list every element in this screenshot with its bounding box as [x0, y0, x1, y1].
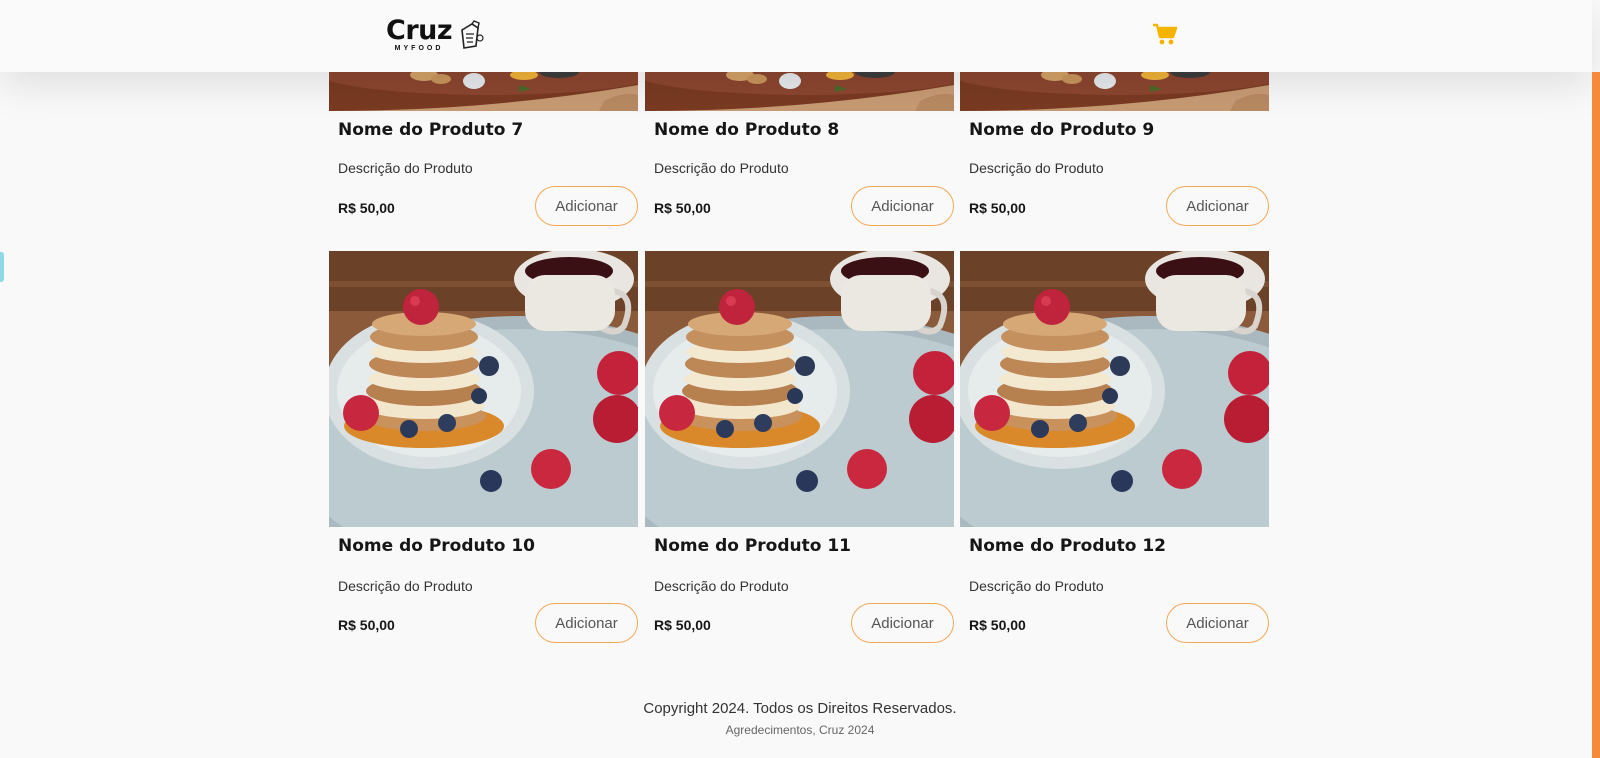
product-description: Descrição do Produto [654, 578, 789, 594]
product-card: Nome do Produto 10 Descrição do Produto … [329, 251, 638, 646]
product-description: Descrição do Produto [969, 160, 1104, 176]
side-handle[interactable] [0, 252, 4, 282]
site-footer: Copyright 2024. Todos os Direitos Reserv… [0, 700, 1600, 737]
chef-drawing-icon [458, 20, 484, 55]
product-card: Nome do Produto 11 Descrição do Produto … [645, 251, 954, 646]
add-button[interactable]: Adicionar [851, 186, 954, 226]
logo[interactable]: Cruz MYFOOD [386, 15, 484, 55]
site-header: Cruz MYFOOD [0, 0, 1592, 72]
product-card: Nome do Produto 12 Descrição do Produto … [960, 251, 1269, 646]
product-image[interactable] [960, 251, 1269, 527]
product-price: R$ 50,00 [969, 617, 1026, 633]
product-image[interactable] [329, 251, 638, 527]
add-button[interactable]: Adicionar [1166, 603, 1269, 643]
logo-subtitle: MYFOOD [394, 45, 444, 52]
add-button[interactable]: Adicionar [1166, 186, 1269, 226]
logo-wordmark: Cruz MYFOOD [386, 15, 453, 54]
logo-name: Cruz [386, 15, 453, 46]
product-price: R$ 50,00 [338, 617, 395, 633]
product-description: Descrição do Produto [969, 578, 1104, 594]
product-description: Descrição do Produto [338, 578, 473, 594]
product-name: Nome do Produto 9 [969, 120, 1155, 140]
scrollbar[interactable] [1592, 72, 1600, 758]
product-image[interactable] [645, 71, 954, 111]
product-image[interactable] [329, 71, 638, 111]
product-price: R$ 50,00 [654, 617, 711, 633]
thanks-text: Agredecimentos, Cruz 2024 [725, 723, 875, 737]
product-price: R$ 50,00 [338, 200, 395, 216]
product-name: Nome do Produto 10 [338, 536, 536, 556]
product-description: Descrição do Produto [338, 160, 473, 176]
product-price: R$ 50,00 [969, 200, 1026, 216]
product-image[interactable] [645, 251, 954, 527]
shopping-cart-icon[interactable] [1152, 22, 1178, 46]
product-image[interactable] [960, 71, 1269, 111]
add-button[interactable]: Adicionar [851, 603, 954, 643]
add-button[interactable]: Adicionar [535, 603, 638, 643]
product-name: Nome do Produto 8 [654, 120, 840, 140]
product-description: Descrição do Produto [654, 160, 789, 176]
copyright-text: Copyright 2024. Todos os Direitos Reserv… [643, 700, 957, 717]
product-name: Nome do Produto 7 [338, 120, 524, 140]
product-price: R$ 50,00 [654, 200, 711, 216]
product-name: Nome do Produto 11 [654, 536, 852, 556]
product-name: Nome do Produto 12 [969, 536, 1167, 556]
add-button[interactable]: Adicionar [535, 186, 638, 226]
